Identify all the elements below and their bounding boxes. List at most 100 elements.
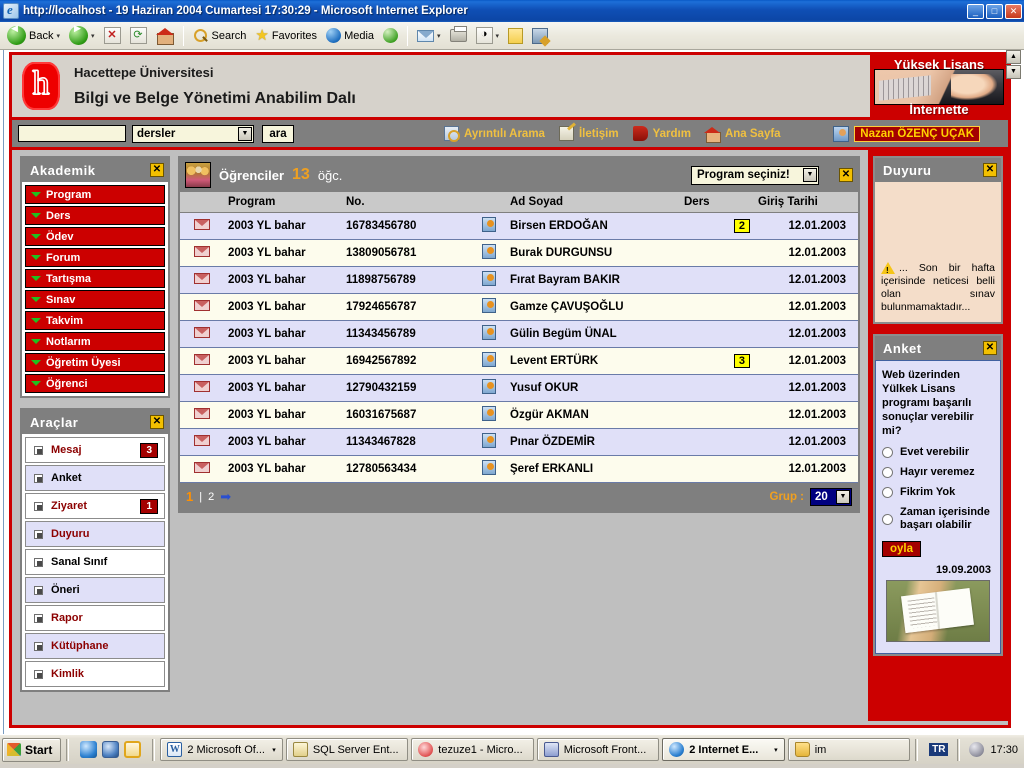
group-size-select[interactable]: 20 ▼ <box>810 487 852 506</box>
back-dropdown-icon[interactable]: ▾ <box>56 32 60 40</box>
row-student-icon-cell[interactable] <box>472 293 506 321</box>
sidebar-item-program[interactable]: Program <box>25 185 165 204</box>
pagination-current-page[interactable]: 1 <box>186 489 193 504</box>
search-scope-select[interactable]: dersler ▼ <box>132 124 254 143</box>
sidebar-item-forum[interactable]: Forum <box>25 248 165 267</box>
maximize-button[interactable]: □ <box>986 3 1003 19</box>
envelope-icon[interactable] <box>194 380 210 392</box>
edit-dropdown-icon[interactable]: ▾ <box>496 32 500 40</box>
vote-button[interactable]: oyla <box>882 541 922 557</box>
forward-button[interactable]: ▾ <box>66 24 98 47</box>
radio-icon[interactable] <box>882 513 893 525</box>
row-student-icon-cell[interactable] <box>472 428 506 456</box>
envelope-icon[interactable] <box>194 299 210 311</box>
students-panel-close-icon[interactable]: ✕ <box>839 168 853 182</box>
tool-item-duyuru[interactable]: Duyuru <box>25 521 165 547</box>
row-student-icon-cell[interactable] <box>472 374 506 402</box>
search-button[interactable]: Search <box>190 26 250 46</box>
tool-item-rapor[interactable]: Rapor <box>25 605 165 631</box>
favorites-button[interactable]: ★ Favorites <box>252 27 320 45</box>
envelope-icon[interactable] <box>194 245 210 257</box>
table-row[interactable]: 2003 YL bahar 13809056781 Burak DURGUNSU… <box>180 239 858 267</box>
tool-item-ziyaret[interactable]: Ziyaret 1 <box>25 493 165 519</box>
taskbar-item-im-folder[interactable]: im <box>787 738 911 761</box>
radio-icon[interactable] <box>882 467 893 478</box>
refresh-button[interactable]: ⟳ <box>127 25 150 46</box>
row-mail-cell[interactable] <box>180 401 224 429</box>
ders-badge[interactable]: 3 <box>733 353 750 368</box>
student-icon[interactable] <box>482 243 496 259</box>
student-icon[interactable] <box>482 432 496 448</box>
taskbar-item-frontpage[interactable]: Microsoft Front... <box>536 738 660 761</box>
taskbar-item-sql-server[interactable]: SQL Server Ent... <box>285 738 409 761</box>
anket-option-1[interactable]: Evet verebilir <box>882 446 994 459</box>
back-button[interactable]: Back ▾ <box>4 24 63 47</box>
scroll-up-icon[interactable]: ▲ <box>1006 50 1021 64</box>
envelope-icon[interactable] <box>194 353 210 365</box>
forward-dropdown-icon[interactable]: ▾ <box>91 32 95 40</box>
anket-close-icon[interactable]: ✕ <box>983 341 997 355</box>
akademik-close-icon[interactable]: ✕ <box>150 163 164 177</box>
edit-button[interactable]: ◑ ▾ <box>473 25 503 46</box>
nav-item-home[interactable]: Ana Sayfa <box>703 126 781 143</box>
mail-button[interactable]: ▾ <box>414 28 444 44</box>
mail-dropdown-icon[interactable]: ▾ <box>437 32 441 40</box>
row-student-icon-cell[interactable] <box>472 401 506 429</box>
stop-button[interactable]: ✕ <box>101 25 124 46</box>
envelope-icon[interactable] <box>194 326 210 338</box>
ie-alt-quicklaunch-icon[interactable] <box>102 741 120 758</box>
student-icon[interactable] <box>482 297 496 313</box>
radio-icon[interactable] <box>882 487 893 498</box>
anket-option-4[interactable]: Zaman içerisinde başarı olabilir <box>882 506 994 532</box>
tray-icon[interactable] <box>969 742 985 757</box>
home-button[interactable] <box>153 25 177 47</box>
clock[interactable]: 17:30 <box>990 744 1018 756</box>
close-button[interactable]: ✕ <box>1005 3 1022 19</box>
scroll-down-icon[interactable]: ▼ <box>1006 65 1021 79</box>
row-mail-cell[interactable] <box>180 428 224 456</box>
row-mail-cell[interactable] <box>180 455 224 483</box>
sidebar-item-notlarim[interactable]: Notlarım <box>25 332 165 351</box>
language-indicator[interactable]: TR <box>929 743 949 756</box>
tool-item-sanal-sinif[interactable]: Sanal Sınıf <box>25 549 165 575</box>
table-row[interactable]: 2003 YL bahar 16783456780 Birsen ERDOĞAN… <box>180 212 858 240</box>
sidebar-item-tartisma[interactable]: Tartışma <box>25 269 165 288</box>
envelope-icon[interactable] <box>194 407 210 419</box>
sidebar-item-odev[interactable]: Ödev <box>25 227 165 246</box>
search-submit-button[interactable]: ara <box>262 124 294 143</box>
tool-item-anket[interactable]: Anket <box>25 465 165 491</box>
student-icon[interactable] <box>482 324 496 340</box>
ders-badge[interactable]: 2 <box>733 218 750 233</box>
program-select[interactable]: Program seçiniz! ▼ <box>691 165 819 185</box>
nav-item-detailed-search[interactable]: Ayrıntılı Arama <box>444 126 545 142</box>
envelope-icon[interactable] <box>194 272 210 284</box>
tool-item-kutuphane[interactable]: Kütüphane <box>25 633 165 659</box>
taskbar-item-internet-explorer[interactable]: 2 Internet E... ▾ <box>662 738 785 761</box>
history-button[interactable] <box>380 26 401 45</box>
research-button[interactable] <box>529 26 551 46</box>
chevron-down-icon[interactable]: ▾ <box>272 746 276 754</box>
minimize-button[interactable]: _ <box>967 3 984 19</box>
student-icon[interactable] <box>482 378 496 394</box>
tool-item-oneri[interactable]: Öneri <box>25 577 165 603</box>
student-icon[interactable] <box>482 459 496 475</box>
row-mail-cell[interactable] <box>180 320 224 348</box>
tool-item-mesaj[interactable]: Mesaj 3 <box>25 437 165 463</box>
row-student-icon-cell[interactable] <box>472 347 506 375</box>
row-student-icon-cell[interactable] <box>472 266 506 294</box>
discuss-button[interactable] <box>505 26 526 46</box>
table-row[interactable]: 2003 YL bahar 12790432159 Yusuf OKUR 12.… <box>180 374 858 402</box>
sidebar-item-ogrenci[interactable]: Öğrenci <box>25 374 165 393</box>
chevron-down-icon[interactable]: ▾ <box>774 746 778 754</box>
media-button[interactable]: Media <box>323 26 377 45</box>
table-row[interactable]: 2003 YL bahar 11898756789 Fırat Bayram B… <box>180 266 858 294</box>
ie-quicklaunch-icon[interactable] <box>80 741 98 758</box>
row-mail-cell[interactable] <box>180 212 224 240</box>
table-row[interactable]: 2003 YL bahar 17924656787 Gamze ÇAVUŞOĞL… <box>180 293 858 321</box>
row-student-icon-cell[interactable] <box>472 212 506 240</box>
next-page-arrow-icon[interactable]: ➡ <box>220 489 231 505</box>
table-row[interactable]: 2003 YL bahar 11343456789 Gülin Begüm ÜN… <box>180 320 858 348</box>
student-icon[interactable] <box>482 351 496 367</box>
row-mail-cell[interactable] <box>180 374 224 402</box>
envelope-icon[interactable] <box>194 461 210 473</box>
